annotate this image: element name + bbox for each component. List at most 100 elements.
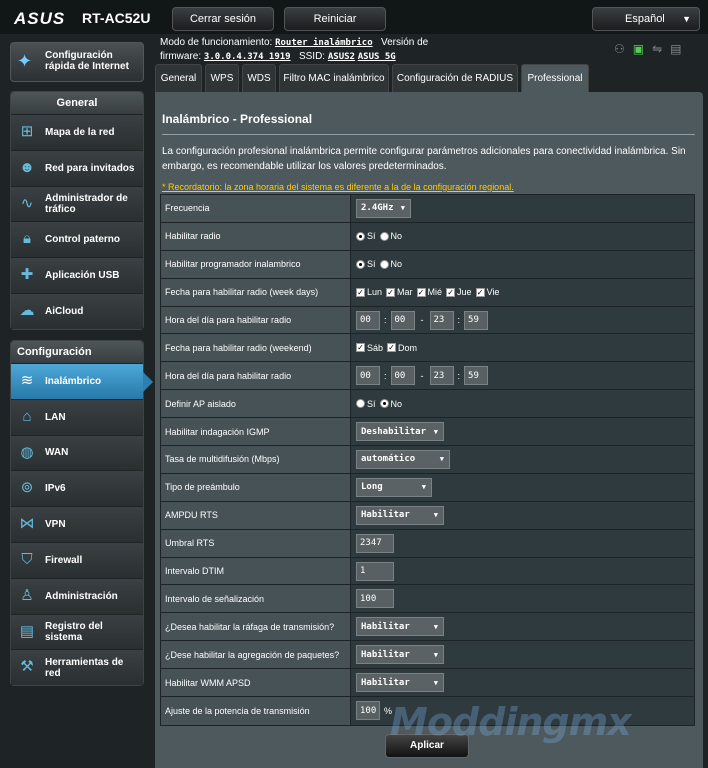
wmm-apsd-select[interactable]: Habilitar ▼ <box>356 673 444 693</box>
check-dom[interactable]: ✓ <box>387 343 397 353</box>
weekend-start-min[interactable]: 00 <box>390 366 415 386</box>
tab-general[interactable]: General <box>155 64 202 92</box>
chevron-down-icon: ▼ <box>433 622 438 631</box>
igmp-select[interactable]: Deshabilitar ▼ <box>356 422 444 442</box>
tools-icon: ⚒ <box>20 658 34 676</box>
quick-setup-label: Configuración rápida de Internet <box>45 50 129 72</box>
chevron-down-icon: ▼ <box>439 455 444 464</box>
timezone-reminder-link[interactable]: * Recordatorio: la zona horaria del sist… <box>162 182 514 192</box>
sidebar-item-wireless[interactable]: ≋ Inalámbrico <box>11 363 153 399</box>
frequency-select[interactable]: 2.4GHz ▼ <box>356 198 411 218</box>
check-lun[interactable]: ✓ <box>356 287 365 297</box>
main-panel: Inalámbrico - Professional La configurac… <box>155 92 703 768</box>
home-icon: ⌂ <box>22 407 32 425</box>
log-icon: ▤ <box>19 622 35 640</box>
preamble-select[interactable]: Long ▼ <box>356 477 432 497</box>
sidebar-item-system-log[interactable]: ▤ Registro del sistema <box>11 613 143 650</box>
sidebar-item-parental-control[interactable]: 🔒︎ Control paterno <box>11 221 143 258</box>
sidebar-item-aicloud[interactable]: ☁ AiCloud <box>11 292 143 329</box>
ssid-link-1[interactable]: ASUS2 <box>328 52 355 62</box>
clients-icon[interactable]: ⚇ <box>614 42 633 56</box>
language-select[interactable]: Español ▼ <box>592 7 700 31</box>
scheduler-yes[interactable] <box>356 259 365 269</box>
sidebar-item-network-map[interactable]: ⊞ Mapa de la red <box>11 114 143 150</box>
sidebar-item-traffic-manager[interactable]: ∿ Administrador de tráfico <box>11 185 143 222</box>
check-sab[interactable]: ✓ <box>356 343 365 353</box>
row-ampdu: AMPDU RTS Habilitar ▼ <box>161 501 694 530</box>
brand-logo: ASUS <box>14 9 66 28</box>
model-name: RT-AC52U <box>82 10 151 26</box>
tab-professional[interactable]: Professional <box>521 64 589 92</box>
mode-link[interactable]: Router inalámbrico <box>275 38 373 48</box>
sidebar-general-title: General <box>11 92 143 114</box>
check-mar[interactable]: ✓ <box>386 287 396 297</box>
week-end-hour[interactable]: 23 <box>429 310 454 330</box>
week-start-hour[interactable]: 00 <box>356 310 380 330</box>
sidebar-item-guest-network[interactable]: ☻ Red para invitados <box>11 149 143 186</box>
globe-icon: ◍ <box>20 443 34 461</box>
row-multidifusion: Tasa de multidifusión (Mbps) automático ▼ <box>161 446 694 474</box>
usb-icon[interactable]: ⇋ <box>652 42 670 56</box>
sidebar-item-administration[interactable]: ♙ Administración <box>11 577 143 614</box>
sidebar-item-ipv6[interactable]: ⊚ IPv6 <box>11 470 143 507</box>
check-mie[interactable]: ✓ <box>416 287 426 297</box>
tx-power-unit: % <box>384 705 393 716</box>
logout-button[interactable]: Cerrar sesión <box>172 7 274 31</box>
check-jue[interactable]: ✓ <box>446 287 456 297</box>
version-label: Versión de <box>380 37 429 48</box>
row-potencia: Ajuste de la potencia de transmisión 100… <box>161 697 694 725</box>
firmware-link[interactable]: 3.0.0.4.374_1919 <box>204 52 291 62</box>
row-dtim: Intervalo DTIM 1 <box>161 557 694 586</box>
wifi-icon: ≋ <box>20 372 34 389</box>
radio-enable-no[interactable] <box>379 231 389 241</box>
sidebar-item-usb-app[interactable]: ✚ Aplicación USB <box>11 257 143 293</box>
dtim-input[interactable]: 1 <box>356 561 394 581</box>
check-vie[interactable]: ✓ <box>475 287 485 297</box>
sidebar-item-wan[interactable]: ◍ WAN <box>11 434 143 471</box>
tab-wds[interactable]: WDS <box>242 64 276 92</box>
guest-network-icon: ☻ <box>19 158 35 176</box>
weekend-start-hour[interactable]: 00 <box>356 366 380 386</box>
row-frecuencia: Frecuencia 2.4GHz ▼ <box>161 195 694 223</box>
tab-radius[interactable]: Configuración de RADIUS <box>392 64 518 92</box>
printer-icon[interactable]: ▤ <box>670 42 689 56</box>
quick-setup-button[interactable]: ✦ Configuración rápida de Internet <box>10 42 144 82</box>
tx-power-input[interactable]: 100 <box>356 701 380 721</box>
ap-isolated-yes[interactable] <box>356 399 365 409</box>
weekend-end-min[interactable]: 59 <box>464 366 489 386</box>
row-umbral-rts: Umbral RTS 2347 <box>161 529 694 558</box>
ampdu-rts-select[interactable]: Habilitar ▼ <box>356 505 444 525</box>
row-rafaga: ¿Desea habilitar la ráfaga de transmisió… <box>161 613 694 642</box>
ap-isolated-no[interactable] <box>379 399 389 409</box>
tx-burst-select[interactable]: Habilitar ▼ <box>356 617 444 637</box>
row-ap-aislado: Definir AP aislado Sí No <box>161 390 694 419</box>
scheduler-no[interactable] <box>379 259 389 269</box>
beacon-interval-input[interactable]: 100 <box>356 589 394 609</box>
row-fecha-week: Fecha para habilitar radio (week days) ✓… <box>161 278 694 307</box>
monitor-icon[interactable]: ▣ <box>633 42 652 56</box>
packet-aggregation-select[interactable]: Habilitar ▼ <box>356 645 444 665</box>
settings-table: Frecuencia 2.4GHz ▼ Habilitar radio Sí No… <box>160 194 695 726</box>
sidebar-item-vpn[interactable]: ⋈ VPN <box>11 506 143 542</box>
weekend-end-hour[interactable]: 23 <box>429 366 454 386</box>
row-habilitar-radio: Habilitar radio Sí No <box>161 222 694 251</box>
ipv6-icon: ⊚ <box>20 479 34 497</box>
traffic-manager-icon: ∿ <box>20 194 34 212</box>
sidebar-item-firewall[interactable]: ⛉ Firewall <box>11 541 143 578</box>
tab-mac-filter[interactable]: Filtro MAC inalámbrico <box>279 64 389 92</box>
week-end-min[interactable]: 59 <box>464 310 489 330</box>
reboot-button[interactable]: Reiniciar <box>284 7 386 31</box>
week-start-min[interactable]: 00 <box>390 310 415 330</box>
sidebar-item-lan[interactable]: ⌂ LAN <box>11 398 143 435</box>
lock-icon: 🔒︎ <box>23 230 31 248</box>
ssid-link-2[interactable]: ASUS_5G <box>358 52 396 62</box>
chevron-down-icon: ▼ <box>433 511 438 520</box>
apply-button[interactable]: Aplicar <box>385 734 469 758</box>
tab-wps[interactable]: WPS <box>205 64 239 92</box>
ssid-label: SSID: <box>298 51 326 62</box>
radio-enable-yes[interactable] <box>356 231 365 241</box>
multicast-rate-select[interactable]: automático ▼ <box>356 449 450 469</box>
rts-threshold-input[interactable]: 2347 <box>356 533 394 553</box>
sidebar-item-network-tools[interactable]: ⚒ Herramientas de red <box>11 649 143 686</box>
wand-icon: ✦ <box>17 51 33 71</box>
